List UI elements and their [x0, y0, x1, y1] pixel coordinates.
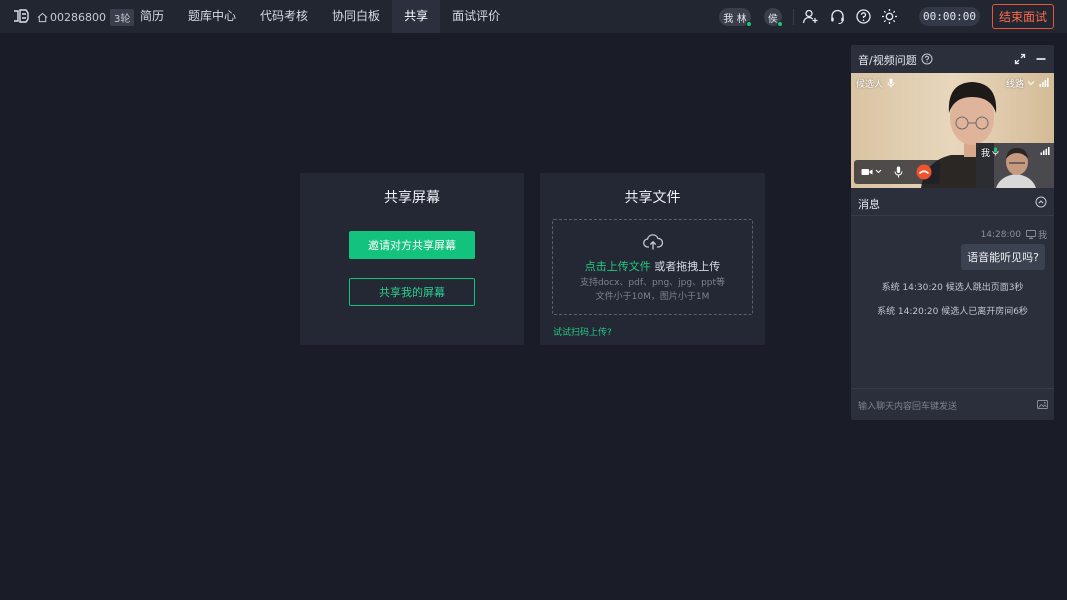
size-limit: 文件小于10M，图片小于1M [595, 292, 710, 302]
system-message: 系统 14:20:20 候选人已离开房间6秒 [877, 307, 1028, 317]
tab-evaluation[interactable]: 面试评价 [440, 0, 512, 33]
monitor-icon [1026, 230, 1036, 239]
tab-resume[interactable]: 简历 [128, 0, 176, 33]
my-video: 我 [976, 143, 1054, 188]
room-info: 00286800 3轮 [37, 9, 135, 26]
tab-code-test[interactable]: 代码考核 [248, 0, 320, 33]
online-dot [777, 21, 783, 27]
share-screen-title: 共享屏幕 [384, 190, 440, 206]
headset-icon[interactable] [829, 8, 846, 25]
invite-share-screen-button[interactable]: 邀请对方共享屏幕 [349, 231, 475, 259]
scan-upload-link[interactable]: 试试扫码上传? [553, 325, 612, 338]
room-id: 00286800 [50, 11, 106, 24]
avatar-me[interactable]: 我 林 [719, 8, 752, 27]
signal-icon [1040, 147, 1050, 155]
chevron-down-icon[interactable] [875, 169, 882, 174]
share-my-screen-button[interactable]: 共享我的屏幕 [349, 278, 475, 306]
divider [793, 9, 794, 25]
call-controls [854, 160, 940, 184]
online-dot [746, 21, 752, 27]
messages-header: 消息 [851, 188, 1054, 216]
panel-header: 音/视频问题 [851, 45, 1054, 73]
tab-share[interactable]: 共享 [392, 0, 441, 33]
chevron-down-icon[interactable] [1027, 80, 1035, 86]
upload-hint: 点击上传文件 或者拖拽上传 [553, 258, 752, 274]
help-icon[interactable] [855, 8, 872, 25]
share-file-title: 共享文件 [624, 190, 681, 206]
cloud-upload-icon [643, 234, 663, 250]
add-user-icon[interactable] [802, 8, 819, 25]
top-bar: 00286800 3轮 简历 题库中心 代码考核 协同白板 共享 面试评价 我 … [0, 0, 1067, 33]
message-time: 14:28:00 [980, 229, 1021, 240]
video-area: 候选人 线路 我 [851, 73, 1054, 188]
end-interview-button[interactable]: 结束面试 [992, 4, 1054, 29]
avatar-candidate[interactable]: 侯 [764, 8, 783, 27]
hang-up-icon[interactable] [916, 164, 932, 180]
mic-icon[interactable] [894, 166, 903, 178]
candidate-label: 候选人 [856, 80, 884, 90]
image-icon[interactable] [1037, 400, 1048, 409]
mic-active-icon [992, 147, 999, 156]
brightness-icon[interactable] [881, 8, 898, 25]
message-sender: 我 [1037, 231, 1047, 241]
line-label[interactable]: 线路 [1006, 77, 1024, 90]
message-meta: 14:28:00 我 [980, 228, 1047, 242]
share-screen-card: 共享屏幕 邀请对方共享屏幕 共享我的屏幕 [300, 173, 524, 345]
mic-icon [887, 78, 895, 88]
help-icon[interactable] [921, 53, 933, 65]
tab-question-bank[interactable]: 题库中心 [176, 0, 248, 33]
camera-icon[interactable] [861, 167, 873, 177]
messages-title: 消息 [858, 198, 880, 211]
panel-title: 音/视频问题 [858, 54, 917, 67]
share-file-card: 共享文件 点击上传文件 或者拖拽上传 支持docx、pdf、png、jpg、pp… [540, 173, 765, 345]
av-panel: 音/视频问题 候选人 线路 我 消息 14:28:00 我 语音能听见吗? 系统… [851, 45, 1054, 420]
supported-formats: 支持docx、pdf、png、jpg、ppt等 [579, 278, 726, 288]
click-upload-link[interactable]: 点击上传文件 [585, 260, 651, 273]
signal-icon [1039, 78, 1049, 87]
file-dropzone[interactable]: 点击上传文件 或者拖拽上传 支持docx、pdf、png、jpg、ppt等 文件… [552, 219, 753, 315]
chat-input-placeholder[interactable]: 输入聊天内容回车键发送 [858, 399, 957, 412]
collapse-icon[interactable] [1035, 196, 1047, 208]
main-nav: 简历 题库中心 代码考核 协同白板 共享 面试评价 [128, 0, 512, 33]
me-label: 我 [981, 149, 991, 159]
interview-timer: 00:00:00 [919, 7, 980, 26]
fullscreen-icon[interactable] [1014, 53, 1026, 65]
avatar-me-label: 我 [723, 13, 734, 25]
avatar-me-name: 林 [736, 13, 747, 25]
logo-icon [14, 9, 29, 23]
tab-whiteboard[interactable]: 协同白板 [320, 0, 392, 33]
system-message: 系统 14:30:20 候选人跳出页面3秒 [881, 283, 1024, 293]
chat-input-bar[interactable]: 输入聊天内容回车键发送 [851, 388, 1054, 420]
minimize-icon[interactable] [1035, 53, 1047, 65]
drag-upload-text: 或者拖拽上传 [650, 260, 721, 273]
chat-bubble: 语音能听见吗? [961, 244, 1045, 270]
home-icon [37, 12, 48, 23]
